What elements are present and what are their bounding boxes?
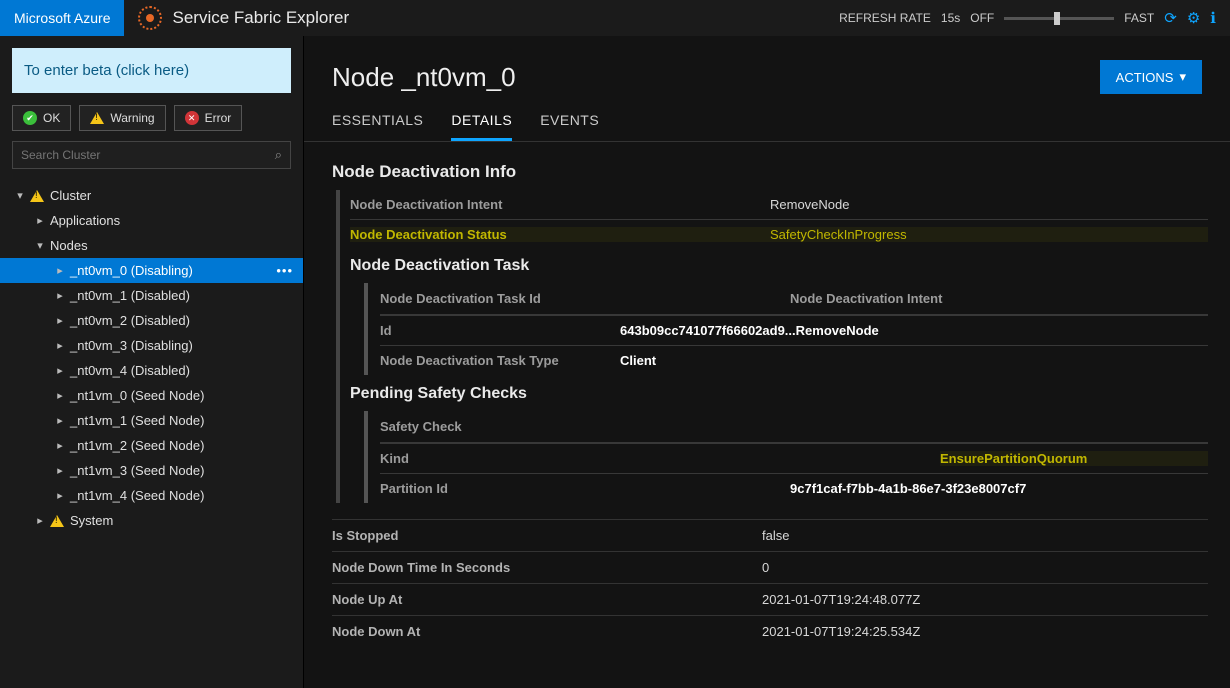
search-input[interactable] — [13, 142, 267, 168]
deactivation-info-title: Node Deactivation Info — [332, 162, 1208, 182]
tree-node-item[interactable]: ▸_nt1vm_2 (Seed Node) — [0, 433, 303, 458]
deact-intent-value: RemoveNode — [770, 197, 1208, 212]
prop-label: Node Up At — [332, 592, 762, 607]
pending-checks-block: Safety Check Kind EnsurePartitionQuorum … — [364, 411, 1208, 503]
azure-brand[interactable]: Microsoft Azure — [0, 0, 124, 36]
task-id-label: Id — [380, 323, 620, 338]
refresh-fast-label: FAST — [1124, 11, 1154, 25]
safety-check-header: Safety Check — [380, 419, 462, 434]
chevron-right-icon: ▸ — [54, 314, 66, 327]
deact-task-block: Node Deactivation Task Id Node Deactivat… — [364, 283, 1208, 375]
prop-value: false — [762, 528, 1208, 543]
deact-status-label: Node Deactivation Status — [350, 227, 770, 242]
prop-value: 2021-01-07T19:24:48.077Z — [762, 592, 1208, 607]
nav-tree: ▾Cluster ▸Applications ▾Nodes ▸_nt0vm_0 … — [0, 179, 303, 537]
chevron-right-icon: ▸ — [54, 289, 66, 302]
pending-checks-title: Pending Safety Checks — [350, 385, 1208, 403]
task-type-label: Node Deactivation Task Type — [380, 353, 620, 368]
tree-applications[interactable]: ▸Applications — [0, 208, 303, 233]
tree-node-item[interactable]: ▸_nt0vm_3 (Disabling) — [0, 333, 303, 358]
chevron-right-icon: ▸ — [54, 464, 66, 477]
deact-task-title: Node Deactivation Task — [350, 257, 1208, 275]
tabs: ESSENTIALS DETAILS EVENTS — [304, 94, 1230, 142]
partition-label: Partition Id — [380, 481, 790, 496]
partition-value: 9c7f1caf-f7bb-4a1b-86e7-3f23e8007cf7 — [790, 481, 1208, 496]
topbar: Microsoft Azure Service Fabric Explorer … — [0, 0, 1230, 36]
caret-down-icon: ▾ — [1179, 69, 1186, 85]
more-icon[interactable]: ••• — [276, 263, 293, 278]
details-scroll[interactable]: Node Deactivation Info Node Deactivation… — [304, 142, 1230, 688]
app-title: Service Fabric Explorer — [172, 8, 349, 28]
tree-nodes[interactable]: ▾Nodes — [0, 233, 303, 258]
tree-node-item[interactable]: ▸_nt0vm_4 (Disabled) — [0, 358, 303, 383]
status-error-button[interactable]: ✕Error — [174, 105, 243, 131]
prop-label: Node Down At — [332, 624, 762, 639]
info-icon[interactable]: ℹ — [1210, 9, 1216, 27]
warning-icon — [50, 515, 64, 527]
refresh-rate-label: REFRESH RATE — [839, 11, 931, 25]
property-row: Node Down At 2021-01-07T19:24:25.534Z — [332, 615, 1208, 647]
refresh-icon[interactable]: ⟳ — [1164, 9, 1177, 27]
prop-label: Is Stopped — [332, 528, 762, 543]
kind-label: Kind — [380, 451, 940, 466]
chevron-right-icon: ▸ — [54, 414, 66, 427]
chevron-right-icon: ▸ — [54, 489, 66, 502]
task-id-header: Node Deactivation Task Id — [380, 291, 790, 306]
deact-status-value: SafetyCheckInProgress — [770, 227, 1208, 242]
beta-banner[interactable]: To enter beta (click here) — [12, 48, 291, 93]
chevron-right-icon: ▸ — [54, 439, 66, 452]
warning-icon — [90, 112, 104, 124]
refresh-interval-value: 15s — [941, 11, 960, 25]
tab-events[interactable]: EVENTS — [540, 112, 599, 141]
refresh-off-label: OFF — [970, 11, 994, 25]
kind-value: EnsurePartitionQuorum — [940, 451, 1208, 466]
slider-thumb-icon[interactable] — [1054, 12, 1060, 25]
status-warning-button[interactable]: Warning — [79, 105, 165, 131]
actions-button[interactable]: ACTIONS▾ — [1100, 60, 1202, 94]
chevron-right-icon: ▸ — [54, 364, 66, 377]
search-cluster[interactable]: ⌕ — [12, 141, 291, 169]
tree-node-item[interactable]: ▸_nt0vm_0 (Disabling)••• — [0, 258, 303, 283]
chevron-right-icon: ▸ — [34, 514, 46, 527]
property-row: Node Up At 2021-01-07T19:24:48.077Z — [332, 583, 1208, 615]
deactivation-info-block: Node Deactivation Intent RemoveNode Node… — [336, 190, 1208, 503]
chevron-right-icon: ▸ — [34, 214, 46, 227]
page-title: Node _nt0vm_0 — [332, 62, 516, 93]
tree-system[interactable]: ▸System — [0, 508, 303, 533]
property-row: Node Down Time In Seconds 0 — [332, 551, 1208, 583]
gear-icon[interactable]: ⚙ — [1187, 9, 1200, 27]
tree-node-item[interactable]: ▸_nt1vm_1 (Seed Node) — [0, 408, 303, 433]
task-intent-header: Node Deactivation Intent — [790, 291, 942, 306]
task-id-value: 643b09cc741077f66602ad9... — [620, 323, 796, 338]
chevron-down-icon: ▾ — [34, 239, 46, 252]
search-icon[interactable]: ⌕ — [267, 147, 290, 163]
check-icon: ✔ — [23, 111, 37, 125]
chevron-right-icon: ▸ — [54, 264, 66, 277]
property-row: Is Stopped false — [332, 519, 1208, 551]
error-icon: ✕ — [185, 111, 199, 125]
prop-value: 2021-01-07T19:24:25.534Z — [762, 624, 1208, 639]
tree-node-item[interactable]: ▸_nt1vm_0 (Seed Node) — [0, 383, 303, 408]
tab-details[interactable]: DETAILS — [451, 112, 512, 141]
prop-value: 0 — [762, 560, 1208, 575]
sidebar: To enter beta (click here) ✔OK Warning ✕… — [0, 36, 304, 688]
tree-node-item[interactable]: ▸_nt1vm_4 (Seed Node) — [0, 483, 303, 508]
deact-intent-label: Node Deactivation Intent — [350, 197, 770, 212]
main-content: Node _nt0vm_0 ACTIONS▾ ESSENTIALS DETAIL… — [304, 36, 1230, 688]
service-fabric-logo-icon — [138, 6, 162, 30]
tree-node-item[interactable]: ▸_nt0vm_2 (Disabled) — [0, 308, 303, 333]
prop-label: Node Down Time In Seconds — [332, 560, 762, 575]
tree-cluster[interactable]: ▾Cluster — [0, 183, 303, 208]
status-ok-button[interactable]: ✔OK — [12, 105, 71, 131]
warning-icon — [30, 190, 44, 202]
tab-essentials[interactable]: ESSENTIALS — [332, 112, 423, 141]
tree-node-item[interactable]: ▸_nt0vm_1 (Disabled) — [0, 283, 303, 308]
chevron-right-icon: ▸ — [54, 389, 66, 402]
task-type-value: Client — [620, 353, 1208, 368]
task-intent-value: RemoveNode — [796, 323, 1208, 338]
refresh-slider[interactable] — [1004, 17, 1114, 20]
tree-node-item[interactable]: ▸_nt1vm_3 (Seed Node) — [0, 458, 303, 483]
chevron-right-icon: ▸ — [54, 339, 66, 352]
chevron-down-icon: ▾ — [14, 189, 26, 202]
